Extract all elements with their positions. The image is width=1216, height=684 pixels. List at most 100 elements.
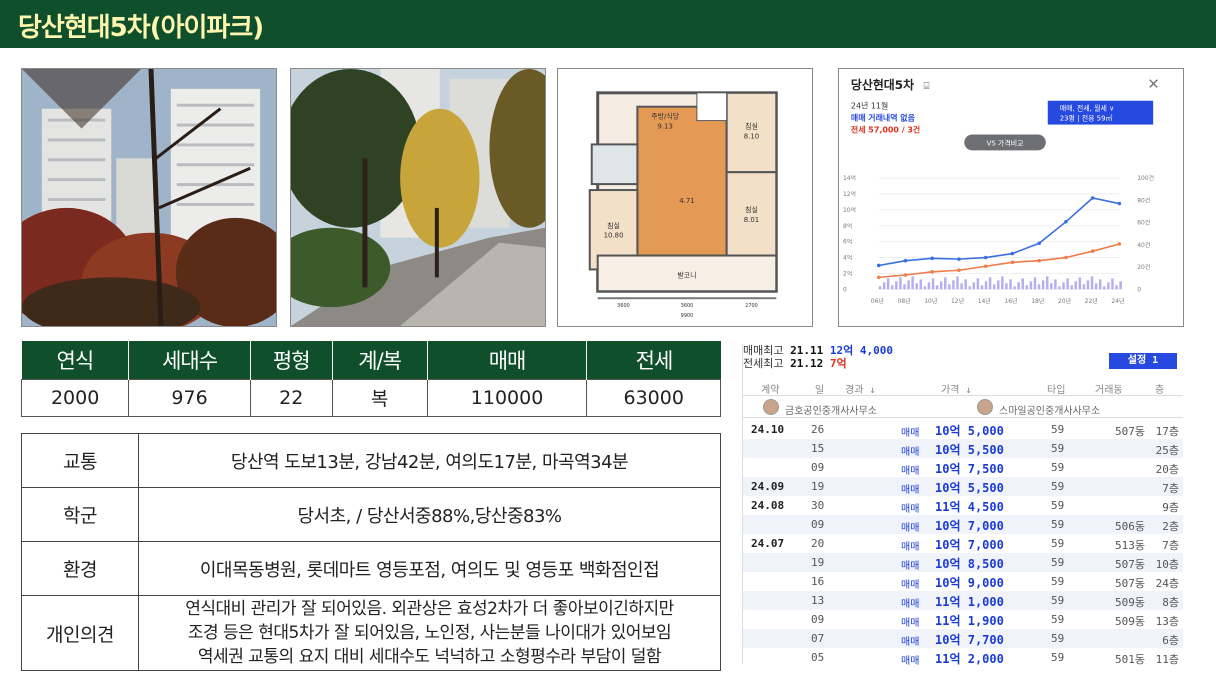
chart-y-left-tick: 14억 bbox=[843, 174, 856, 182]
deal-floor: 2층 bbox=[1162, 520, 1179, 533]
agent2-avatar[interactable] bbox=[977, 399, 993, 415]
deal-floor: 10층 bbox=[1155, 558, 1179, 571]
spec-header-jeonse: 전세 bbox=[586, 341, 721, 379]
deal-building: 513동 bbox=[1115, 539, 1145, 552]
high-jeonse-line: 전세최고 21.12 7억 bbox=[743, 357, 893, 370]
col-day[interactable]: 일 bbox=[815, 381, 824, 396]
sale-status: 매매 거래내역 없음 bbox=[851, 113, 916, 123]
volume-bar bbox=[997, 280, 1000, 290]
col-elapsed[interactable]: 경과 ↓ bbox=[845, 381, 875, 396]
high-jeonse-label: 전세최고 bbox=[743, 357, 784, 370]
volume-bar bbox=[911, 276, 914, 290]
series-point-sale bbox=[1064, 220, 1068, 224]
high-jeonse-date: 21.12 bbox=[790, 357, 824, 370]
chart-y-right-tick: 80건 bbox=[1137, 196, 1150, 204]
deal-kind: 매매 bbox=[901, 504, 920, 515]
settings-button[interactable]: 설정 1 bbox=[1109, 353, 1177, 369]
deal-kind: 매매 bbox=[901, 485, 920, 496]
deal-type: 59 bbox=[1051, 594, 1065, 607]
deal-row[interactable]: 09 매매 10억 7,000 59 506동 2층 bbox=[743, 515, 1183, 534]
deal-kind: 매매 bbox=[901, 523, 920, 534]
series-point-jeonse bbox=[903, 273, 908, 277]
deal-price: 10억 7,700 bbox=[935, 633, 1004, 647]
deal-price: 10억 8,500 bbox=[935, 557, 1004, 571]
volume-bar bbox=[956, 276, 959, 290]
agent1-name[interactable]: 금호공인중개사사무소 bbox=[785, 402, 877, 417]
volume-bar bbox=[891, 285, 894, 290]
agent2-name[interactable]: 스마일공인중개사사무소 bbox=[999, 402, 1100, 417]
deal-row[interactable]: 13 매매 11억 1,000 59 509동 8층 bbox=[743, 591, 1183, 610]
spec-households: 976 bbox=[128, 378, 251, 417]
page: 당산현대5차(아이파크) 주방/식당 9.13 침실 8.10 침실 8.01 … bbox=[0, 0, 1216, 684]
deal-row[interactable]: 09 매매 11억 1,900 59 509동 13층 bbox=[743, 610, 1183, 629]
deal-kind: 매매 bbox=[901, 542, 920, 553]
deal-building: 501동 bbox=[1115, 653, 1145, 666]
deal-price: 11억 1,000 bbox=[935, 595, 1004, 609]
chart-y-right-tick: 20건 bbox=[1137, 263, 1150, 271]
chart-y-left-tick: 0 bbox=[843, 286, 847, 293]
volume-bar bbox=[919, 279, 923, 290]
deal-price: 10억 7,500 bbox=[935, 462, 1004, 476]
deal-row[interactable]: 15 매매 10억 5,500 59 25층 bbox=[743, 439, 1183, 458]
deal-day: 19 bbox=[811, 556, 825, 569]
volume-bar bbox=[903, 284, 906, 290]
info-row-school: 학군 당서초, / 당산서중88%,당산중83% bbox=[21, 487, 721, 542]
volume-bar bbox=[1005, 283, 1008, 290]
series-point-sale bbox=[903, 258, 908, 263]
deal-row[interactable]: 24.07 20 매매 10억 7,000 59 513동 7층 bbox=[743, 534, 1183, 553]
col-type[interactable]: 타입 bbox=[1047, 381, 1065, 396]
deal-type: 59 bbox=[1051, 613, 1065, 626]
deal-day: 30 bbox=[811, 499, 825, 512]
deal-kind: 매매 bbox=[901, 656, 920, 667]
room-size-bed3: 10.80 bbox=[604, 232, 624, 240]
chart-x-tick: 20년 bbox=[1058, 297, 1071, 305]
room-size-living: 4.71 bbox=[679, 197, 694, 205]
series-point-jeonse bbox=[1117, 242, 1122, 246]
volume-bar bbox=[944, 277, 947, 290]
opinion-line-1: 연식대비 관리가 잘 되어있음. 외관상은 효성2차가 더 좋아보이긴하지만 bbox=[185, 599, 674, 619]
chart-y-left-tick: 2억 bbox=[843, 269, 852, 277]
deal-price: 10억 7,000 bbox=[935, 519, 1004, 533]
chart-x-tick: 16년 bbox=[1004, 297, 1017, 305]
deal-row[interactable]: 19 매매 10억 8,500 59 507동 10층 bbox=[743, 553, 1183, 572]
volume-bar bbox=[984, 281, 988, 290]
deal-floor: 7층 bbox=[1162, 539, 1179, 552]
deal-type: 59 bbox=[1051, 423, 1065, 436]
floor-plan-drawing: 주방/식당 9.13 침실 8.10 침실 8.01 침실 10.80 발코니 … bbox=[558, 69, 812, 326]
col-building[interactable]: 거래동 bbox=[1095, 381, 1123, 396]
filter-line2[interactable]: 23평 | 전용 59㎡ bbox=[1060, 114, 1113, 123]
compare-button-label[interactable]: VS 가격비교 bbox=[987, 138, 1025, 147]
deal-row[interactable]: 09 매매 10억 7,500 59 20층 bbox=[743, 458, 1183, 477]
volume-bar bbox=[1094, 283, 1098, 290]
volume-bar bbox=[948, 284, 951, 290]
close-icon[interactable]: ✕ bbox=[1147, 75, 1159, 93]
volume-bar bbox=[895, 281, 898, 290]
deal-kind: 매매 bbox=[901, 637, 920, 648]
deal-row[interactable]: 24.08 30 매매 11억 4,500 59 9층 bbox=[743, 496, 1183, 515]
spec-header-stair: 계/복 bbox=[331, 341, 428, 379]
filter-line1[interactable]: 매매, 전세, 월세 ∨ bbox=[1060, 104, 1114, 113]
col-contract[interactable]: 계약 bbox=[761, 381, 779, 396]
chart-y-left-tick: 8억 bbox=[843, 222, 852, 230]
series-point-jeonse bbox=[930, 270, 935, 274]
agent1-avatar[interactable] bbox=[763, 399, 779, 415]
deal-floor: 13층 bbox=[1155, 615, 1179, 628]
col-price[interactable]: 가격 ↓ bbox=[941, 381, 971, 396]
deal-floor: 7층 bbox=[1162, 482, 1179, 495]
spec-sale: 110000 bbox=[426, 378, 588, 417]
col-floor[interactable]: 층 bbox=[1155, 381, 1164, 396]
deal-day: 26 bbox=[811, 423, 825, 436]
deal-row[interactable]: 24.09 19 매매 10억 5,500 59 7층 bbox=[743, 477, 1183, 496]
volume-bar bbox=[1074, 281, 1077, 290]
spec-header-row: 연식 세대수 평형 계/복 매매 전세 bbox=[21, 341, 721, 379]
volume-bar bbox=[886, 278, 890, 290]
deal-row[interactable]: 24.10 26 매매 10억 5,000 59 507동 17층 bbox=[743, 420, 1183, 439]
deal-row[interactable]: 16 매매 10억 9,000 59 507동 24층 bbox=[743, 572, 1183, 591]
series-point-jeonse bbox=[957, 268, 961, 273]
high-sale-date: 21.11 bbox=[790, 344, 824, 357]
deal-building: 507동 bbox=[1115, 577, 1145, 590]
deal-row[interactable]: 05 매매 11억 2,000 59 501동 11층 bbox=[743, 648, 1183, 667]
volume-bar bbox=[1001, 276, 1004, 290]
deal-row[interactable]: 07 매매 10억 7,700 59 6층 bbox=[743, 629, 1183, 648]
deal-contract-month: 24.08 bbox=[751, 499, 785, 512]
